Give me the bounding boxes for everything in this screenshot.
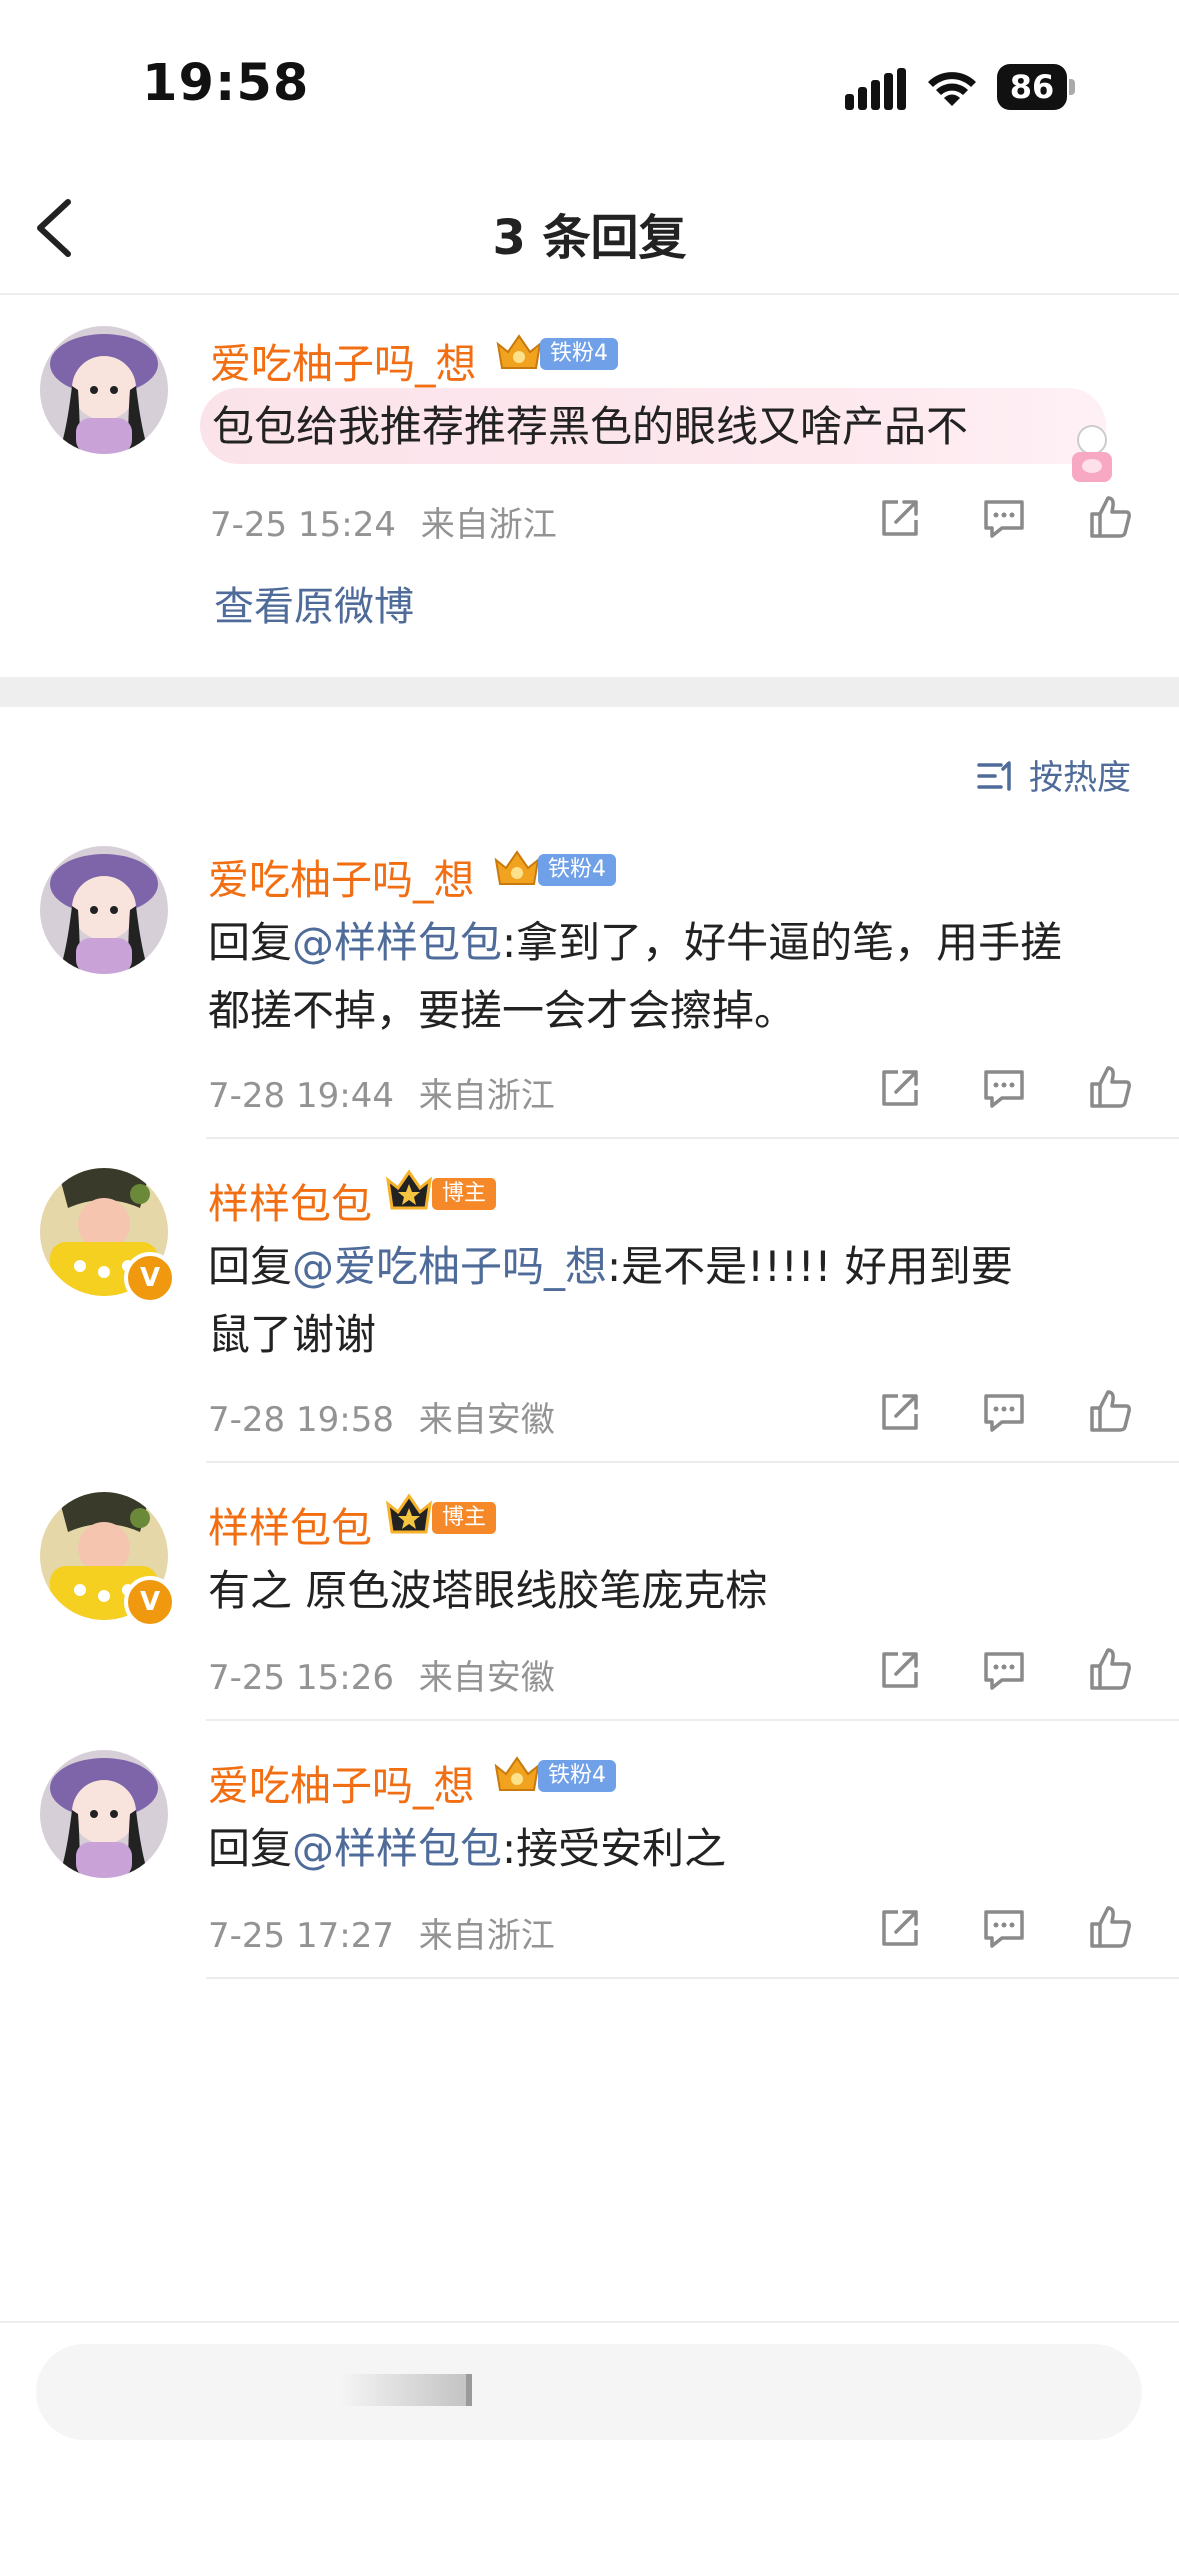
text-cursor [466, 2374, 472, 2406]
share-icon[interactable] [876, 1064, 924, 1112]
row-divider [206, 1137, 1179, 1139]
reply-text: 回复@样样包包:接受安利之 [208, 1824, 727, 1873]
like-icon[interactable] [1086, 1904, 1134, 1952]
cellular-signal-icon [845, 68, 906, 110]
input-placeholder-fade [340, 2374, 470, 2406]
like-icon[interactable] [1086, 1646, 1134, 1694]
comment-location: 来自安徽 [418, 1400, 555, 1440]
row-divider [206, 1461, 1179, 1463]
comment-icon[interactable] [980, 1388, 1028, 1436]
comment-meta: 7-28 19:58 来自安徽 [208, 1392, 555, 1441]
page-title: 3 条回复 [492, 210, 687, 266]
comment-meta: 7-25 15:24 来自浙江 [210, 497, 557, 546]
username[interactable]: 爱吃柚子吗_想 [210, 330, 477, 390]
fan-crown-icon [496, 334, 542, 369]
blogger-badge: 博主 [432, 1178, 497, 1210]
blogger-crown-icon [385, 1493, 433, 1534]
sort-label: 按热度 [1029, 758, 1131, 798]
reply-text: 有之 原色波塔眼线胶笔庞克棕 [208, 1566, 768, 1615]
comment-meta: 7-25 15:26 来自安徽 [208, 1650, 555, 1699]
avatar[interactable] [40, 1750, 168, 1878]
fan-crown-icon [494, 850, 540, 885]
comment-location: 来自浙江 [420, 505, 557, 545]
sort-by-hot-button[interactable]: 按热度 [977, 750, 1131, 799]
section-divider [0, 677, 1179, 707]
sort-icon [977, 761, 1011, 791]
fan-badge: 铁粉4 [538, 854, 616, 886]
username[interactable]: 样样包包 [208, 1494, 372, 1554]
comment-icon[interactable] [980, 1646, 1028, 1694]
fan-badge: 铁粉4 [540, 338, 618, 370]
reply-input[interactable] [36, 2344, 1142, 2440]
username[interactable]: 爱吃柚子吗_想 [208, 1752, 475, 1812]
comment-meta: 7-25 17:27 来自浙江 [208, 1908, 555, 1957]
reply-text-line2: 鼠了谢谢 [208, 1310, 377, 1359]
comment-location: 来自安徽 [418, 1658, 555, 1698]
mention-link[interactable]: @样样包包 [292, 918, 502, 967]
username[interactable]: 样样包包 [208, 1170, 372, 1230]
comment-date: 7-25 15:24 [210, 505, 396, 545]
mention-link[interactable]: @样样包包 [292, 1824, 502, 1873]
comment-meta: 7-28 19:44 来自浙江 [208, 1068, 555, 1117]
row-divider [206, 1719, 1179, 1721]
mention-link[interactable]: @爱吃柚子吗_想 [292, 1242, 607, 1291]
comment-date: 7-25 15:26 [208, 1658, 394, 1698]
comment-date: 7-28 19:44 [208, 1076, 394, 1116]
row-divider [206, 1977, 1179, 1979]
share-icon[interactable] [876, 494, 924, 542]
like-icon[interactable] [1086, 494, 1134, 542]
comment-date: 7-25 17:27 [208, 1916, 394, 1956]
verified-badge-icon: V [124, 1252, 176, 1304]
comment-text: 包包给我推荐推荐黑色的眼线又啥产品不 [212, 402, 969, 451]
username[interactable]: 爱吃柚子吗_想 [208, 846, 475, 906]
comment-date: 7-28 19:58 [208, 1400, 394, 1440]
like-icon[interactable] [1086, 1064, 1134, 1112]
comment-location: 来自浙江 [418, 1076, 555, 1116]
battery-level: 86 [997, 64, 1067, 110]
comment-icon[interactable] [980, 1904, 1028, 1952]
reply-text: 回复@样样包包:拿到了，好牛逼的笔，用手搓 [208, 918, 1063, 967]
share-icon[interactable] [876, 1646, 924, 1694]
reply-text-line2: 都搓不掉，要搓一会才会擦掉。 [208, 986, 797, 1035]
avatar[interactable] [40, 846, 168, 974]
like-icon[interactable] [1086, 1388, 1134, 1436]
fan-crown-icon [494, 1756, 540, 1791]
wifi-icon [928, 72, 976, 106]
share-icon[interactable] [876, 1388, 924, 1436]
battery-icon: 86 [997, 64, 1077, 110]
bottom-divider [0, 2321, 1179, 2323]
nav-divider [0, 293, 1179, 295]
comment-icon[interactable] [980, 494, 1028, 542]
reply-text: 回复@爱吃柚子吗_想:是不是!!!!! 好用到要 [208, 1242, 1013, 1291]
share-icon[interactable] [876, 1904, 924, 1952]
view-original-link[interactable]: 查看原微博 [214, 574, 414, 632]
blogger-badge: 博主 [432, 1502, 497, 1534]
comment-location: 来自浙江 [418, 1916, 555, 1956]
sticker-icon [1072, 425, 1112, 482]
verified-badge-icon: V [124, 1576, 176, 1628]
status-time: 19:58 [142, 54, 310, 113]
avatar[interactable] [40, 326, 168, 454]
blogger-crown-icon [385, 1169, 433, 1210]
fan-badge: 铁粉4 [538, 1760, 616, 1792]
comment-icon[interactable] [980, 1064, 1028, 1112]
